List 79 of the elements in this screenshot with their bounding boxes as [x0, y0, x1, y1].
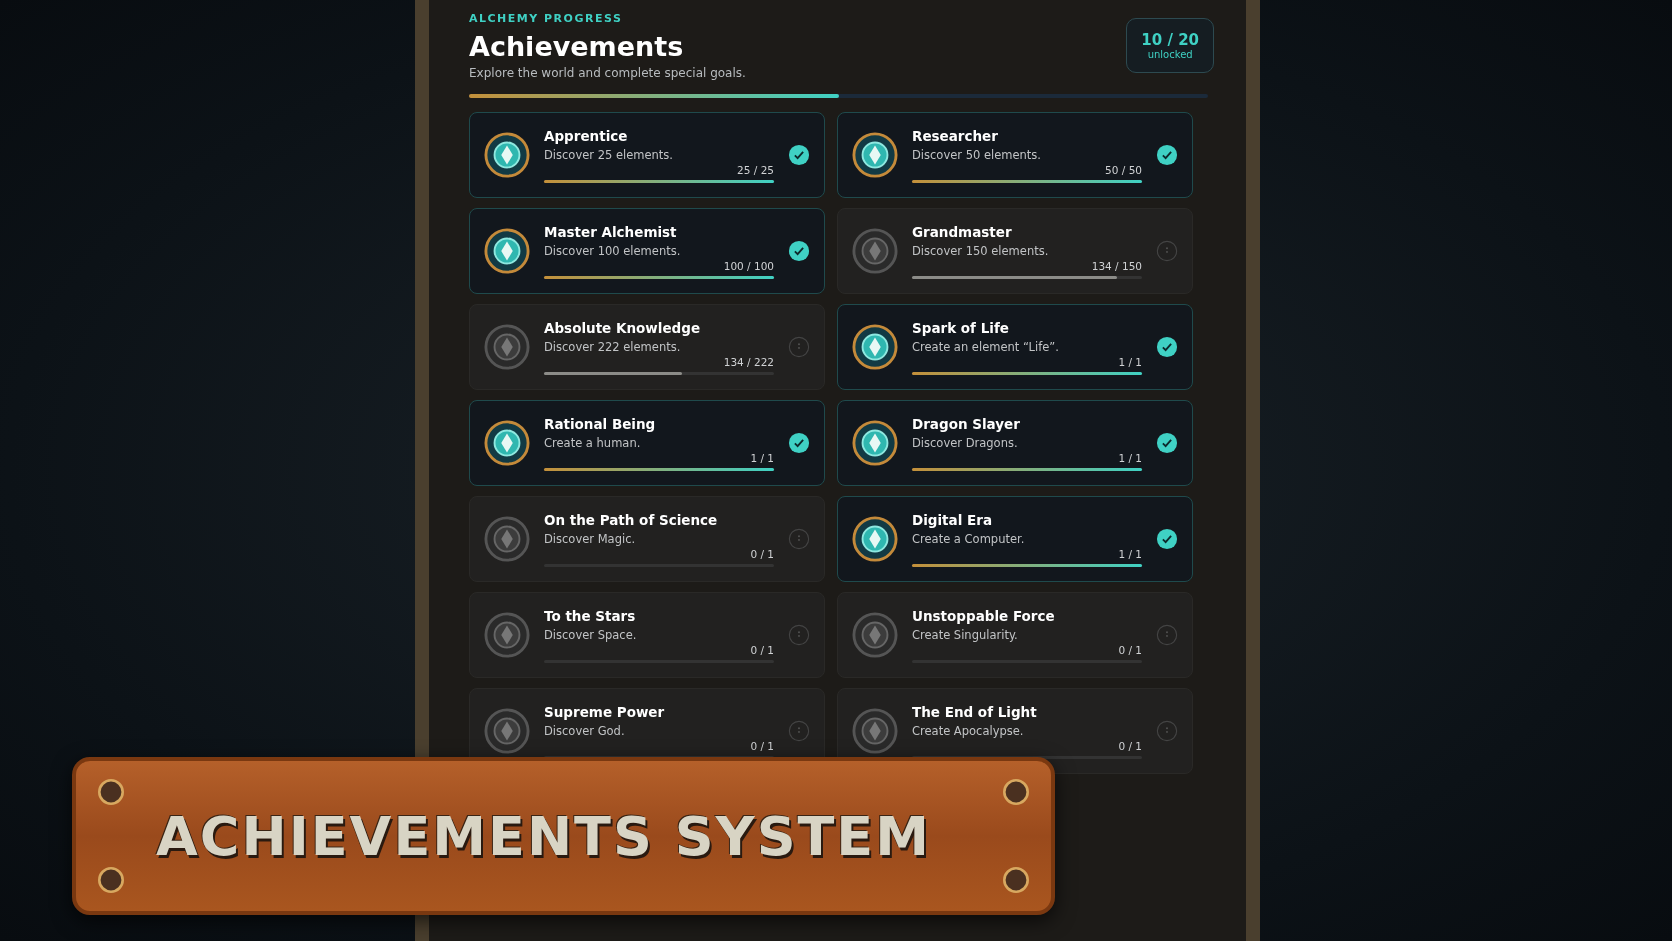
achievement-title: Grandmaster: [912, 223, 1013, 240]
achievement-description: Create a human.: [544, 435, 642, 450]
emblem-icon: [852, 612, 898, 658]
achievement-title: The End of Light: [912, 703, 1038, 720]
screw-icon: [98, 867, 124, 893]
achievement-progress-text: 1 / 1: [1118, 451, 1142, 464]
achievement-title: Researcher: [912, 127, 999, 144]
achievement-title: On the Path of Science: [544, 511, 719, 528]
achievement-progress-text: 1 / 1: [1118, 355, 1142, 368]
achievement-progress-text: 0 / 1: [750, 643, 774, 656]
page-subtitle: Explore the world and complete special goals.: [469, 66, 746, 80]
emblem-icon: [484, 132, 530, 178]
achievement-description: Discover 100 elements.: [544, 243, 682, 258]
page-title: Achievements: [469, 31, 685, 62]
emblem-icon: [852, 228, 898, 274]
achievement-title: Unstoppable Force: [912, 607, 1056, 624]
unlocked-counter: 10 / 20 unlocked: [1126, 18, 1214, 73]
emblem-icon: [852, 516, 898, 562]
emblem-icon: [852, 420, 898, 466]
emblem-icon: [484, 708, 530, 754]
emblem-icon: [852, 132, 898, 178]
achievement-description: Create Apocalypse.: [912, 723, 1025, 738]
dots-icon: [788, 336, 810, 358]
achievement-title: Rational Being: [544, 415, 657, 432]
achievement-description: Create Singularity.: [912, 627, 1019, 642]
check-icon: [1156, 336, 1178, 358]
screw-icon: [1003, 779, 1029, 805]
check-icon: [788, 144, 810, 166]
achievement-progress-text: 0 / 1: [1118, 739, 1142, 752]
check-icon: [788, 240, 810, 262]
achievement-progress-text: 1 / 1: [1118, 547, 1142, 560]
achievement-description: Create an element “Life”.: [912, 339, 1060, 354]
banner-title: ACHIEVEMENTS SYSTEM: [156, 804, 931, 868]
emblem-icon: [484, 324, 530, 370]
achievement-progress-text: 1 / 1: [750, 451, 774, 464]
emblem-icon: [484, 612, 530, 658]
check-icon: [1156, 144, 1178, 166]
achievement-title: Digital Era: [912, 511, 993, 528]
screw-icon: [98, 779, 124, 805]
achievement-description: Discover Dragons.: [912, 435, 1019, 450]
achievement-title: Master Alchemist: [544, 223, 678, 240]
emblem-icon: [484, 420, 530, 466]
achievement-description: Discover 222 elements.: [544, 339, 682, 354]
achievement-progress-text: 100 / 100: [723, 259, 774, 272]
emblem-icon: [852, 708, 898, 754]
section-label: ALCHEMY PROGRESS: [469, 12, 624, 25]
check-icon: [788, 432, 810, 454]
achievement-progress-text: 134 / 150: [1091, 259, 1142, 272]
achievement-title: Apprentice: [544, 127, 629, 144]
check-icon: [1156, 432, 1178, 454]
achievement-description: Create a Computer.: [912, 531, 1026, 546]
dots-icon: [1156, 720, 1178, 742]
achievement-title: Supreme Power: [544, 703, 666, 720]
dots-icon: [788, 624, 810, 646]
achievement-progress-text: 134 / 222: [723, 355, 774, 368]
achievement-title: Spark of Life: [912, 319, 1010, 336]
achievement-description: Discover Magic.: [544, 531, 637, 546]
achievement-progress-text: 0 / 1: [750, 547, 774, 560]
emblem-icon: [484, 516, 530, 562]
dots-icon: [1156, 624, 1178, 646]
achievement-description: Discover 25 elements.: [544, 147, 675, 162]
achievement-description: Discover 50 elements.: [912, 147, 1043, 162]
emblem-icon: [484, 228, 530, 274]
emblem-icon: [852, 324, 898, 370]
achievement-title: Absolute Knowledge: [544, 319, 702, 336]
achievement-description: Discover Space.: [544, 627, 638, 642]
dots-icon: [1156, 240, 1178, 262]
achievement-title: To the Stars: [544, 607, 637, 624]
screw-icon: [1003, 867, 1029, 893]
achievement-progress-text: 0 / 1: [1118, 643, 1142, 656]
check-icon: [1156, 528, 1178, 550]
achievement-description: Discover God.: [544, 723, 626, 738]
dots-icon: [788, 528, 810, 550]
achievement-progress-text: 25 / 25: [737, 163, 774, 176]
achievement-title: Dragon Slayer: [912, 415, 1021, 432]
dots-icon: [788, 720, 810, 742]
achievement-description: Discover 150 elements.: [912, 243, 1050, 258]
achievement-progress-text: 0 / 1: [750, 739, 774, 752]
achievement-progress-text: 50 / 50: [1105, 163, 1142, 176]
